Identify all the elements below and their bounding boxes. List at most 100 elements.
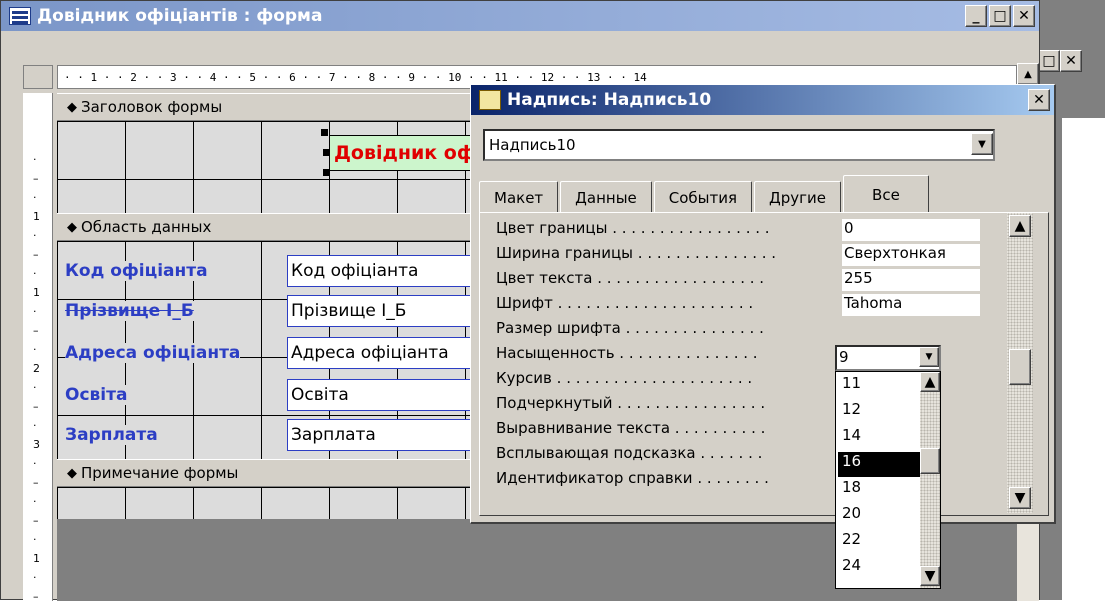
ruler-mark: 1 [33,286,40,299]
list-item[interactable]: 14 [838,426,926,451]
prop-row[interactable]: Курсив . . . . . . . . . . . . . . . . .… [496,369,838,393]
prop-value[interactable]: Сверхтонкая [842,244,980,266]
close-button[interactable]: ✕ [1013,5,1035,27]
ruler-mark: · [33,343,37,356]
prop-row[interactable]: Шрифт . . . . . . . . . . . . . . . . . … [496,294,980,318]
tab-data[interactable]: Данные [560,181,652,213]
properties-close-button[interactable]: ✕ [1028,89,1050,111]
prop-name: Подчеркнутый . . . . . . . . . . . . . .… [496,394,766,412]
form-icon [9,7,31,25]
list-item[interactable]: 11 [838,374,926,399]
properties-scrollbar[interactable]: ▲ ▼ [1007,213,1033,513]
ruler-mark: · [33,495,37,508]
prop-row[interactable]: Цвет границы . . . . . . . . . . . . . .… [496,219,980,243]
prop-name: Цвет границы . . . . . . . . . . . . . .… [496,219,770,237]
prop-name: Курсив . . . . . . . . . . . . . . . . .… [496,369,753,387]
list-scroll-thumb[interactable] [920,448,940,474]
ruler-mark: · [33,419,37,432]
tab-other[interactable]: Другие [754,181,842,213]
prop-name: Всплывающая подсказка . . . . . . . [496,444,763,462]
ruler-mark: – [33,514,39,527]
prop-row[interactable]: Всплывающая подсказка . . . . . . . [496,444,838,468]
prop-name: Цвет текста . . . . . . . . . . . . . . … [496,269,765,287]
prop-value[interactable]: Tahoma [842,294,980,316]
ruler-mark: 2 [33,362,40,375]
properties-title: Надпись: Надпись10 [507,90,712,110]
ruler-mark: · [33,305,37,318]
label-waiter-code[interactable]: Код офіціанта [65,261,208,281]
prop-row[interactable]: Идентификатор справки . . . . . . . . [496,469,838,493]
vertical-ruler[interactable]: · – · 1 · – · 1 · – · 2 · – · 3 · – · – · 1 · – [23,93,53,603]
form-selector[interactable] [23,65,53,89]
ruler-mark: 3 [33,438,40,451]
prop-name: Выравнивание текста . . . . . . . . . . [496,419,766,437]
properties-panel: Цвет границы . . . . . . . . . . . . . .… [479,212,1049,516]
outer-close-button[interactable]: ✕ [1060,50,1082,72]
tab-layout[interactable]: Макет [479,181,559,213]
font-size-list[interactable]: 11 12 14 16 18 20 22 24 ▲ ▼ [835,371,941,589]
ruler-mark: 1 [33,552,40,565]
ruler-mark: – [33,324,39,337]
label-address[interactable]: Адреса офіціанта [65,343,241,363]
list-item[interactable]: 18 [838,478,926,503]
list-scroll-down[interactable]: ▼ [920,566,940,586]
section-arrow-icon: ◆ [67,219,77,235]
prop-row[interactable]: Цвет текста . . . . . . . . . . . . . . … [496,269,980,293]
ruler-mark: – [33,400,39,413]
prop-value[interactable]: 0 [842,219,980,241]
prop-row[interactable]: Насыщенность . . . . . . . . . . . . . .… [496,344,838,368]
tab-all[interactable]: Все [843,175,929,213]
prop-value[interactable]: 255 [842,269,980,291]
font-size-select[interactable]: 9 ▼ [835,345,941,371]
ruler-mark: · [33,381,37,394]
ruler-mark: · [33,153,37,166]
object-selector[interactable]: Надпись10 ▼ [483,129,995,161]
maximize-button[interactable]: □ [989,5,1011,27]
ruler-mark: · [33,229,37,242]
chevron-down-icon[interactable]: ▼ [919,347,939,367]
list-scroll-up[interactable]: ▲ [920,372,940,392]
list-scrollbar[interactable]: ▲ ▼ [920,372,940,588]
prop-name: Ширина границы . . . . . . . . . . . . .… [496,244,777,262]
prop-row[interactable]: Размер шрифта . . . . . . . . . . . . . … [496,319,838,343]
ruler-mark: · [33,533,37,546]
prop-row[interactable]: Выравнивание текста . . . . . . . . . . [496,419,838,443]
list-item-selected[interactable]: 16 [838,452,926,477]
label-salary[interactable]: Зарплата [65,425,158,445]
ruler-mark: 1 [33,210,40,223]
scroll-down-button[interactable]: ▼ [1009,487,1031,509]
resize-handle[interactable] [321,129,328,136]
prop-name: Шрифт . . . . . . . . . . . . . . . . . … [496,294,754,312]
tab-events[interactable]: События [653,181,753,213]
outer-window-buttons: □ ✕ [1038,50,1082,72]
label-education[interactable]: Освіта [65,385,128,405]
section-detail-label: Область данных [81,218,212,236]
properties-icon [479,90,501,110]
form-title: Довідник офіціантів : форма [37,6,323,26]
ruler-mark: · [33,457,37,470]
list-item[interactable]: 12 [838,400,926,425]
ruler-mark: – [33,248,39,261]
ruler-mark: – [33,172,39,185]
list-item[interactable]: 22 [838,530,926,555]
ruler-mark: · [33,571,37,584]
object-selector-value: Надпись10 [489,136,576,154]
minimize-button[interactable]: _ [965,5,987,27]
label-surname[interactable]: Прізвище І_Б [65,301,194,321]
ruler-mark: – [33,590,39,603]
list-item[interactable]: 24 [838,556,926,581]
scroll-up-button[interactable]: ▲ [1009,215,1031,237]
prop-row[interactable]: Подчеркнутый . . . . . . . . . . . . . .… [496,394,838,418]
section-arrow-icon: ◆ [67,99,77,115]
scroll-thumb[interactable] [1009,349,1031,385]
font-size-value: 9 [839,348,849,366]
outer-restore-button[interactable]: □ [1038,50,1060,72]
scroll-up-button[interactable]: ▲ [1017,63,1039,85]
prop-row[interactable]: Ширина границы . . . . . . . . . . . . .… [496,244,980,268]
chevron-down-icon[interactable]: ▼ [971,133,993,155]
prop-name: Насыщенность . . . . . . . . . . . . . .… [496,344,758,362]
list-item[interactable]: 20 [838,504,926,529]
form-titlebar[interactable]: Довідник офіціантів : форма _ □ ✕ [1,1,1039,31]
section-footer-label: Примечание формы [81,464,239,482]
properties-titlebar[interactable]: Надпись: Надпись10 ✕ [471,85,1054,115]
